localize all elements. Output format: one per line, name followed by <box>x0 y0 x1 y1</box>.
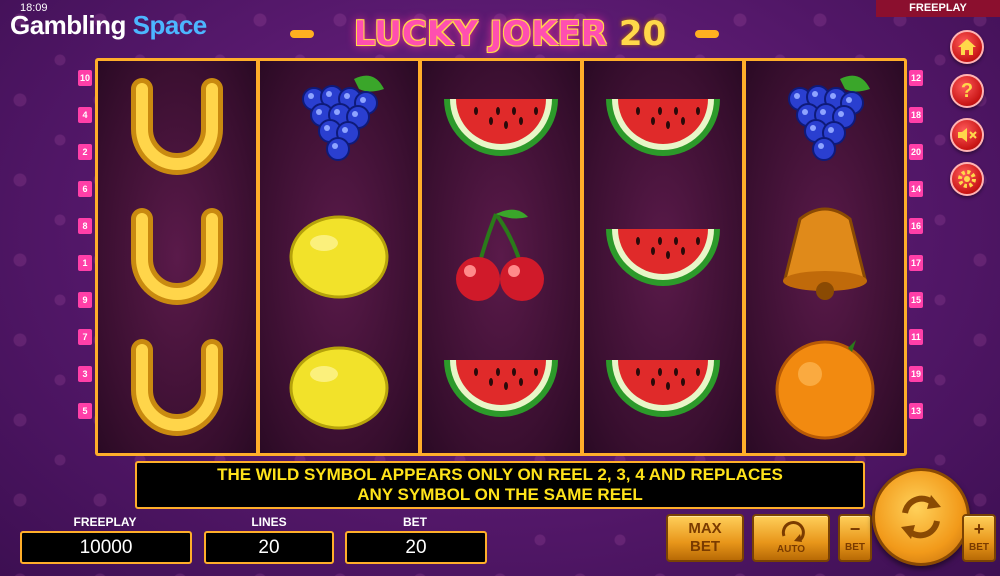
brand-logo: Gambling Space <box>10 10 207 41</box>
brand-part2: Space <box>132 10 208 40</box>
horseshoe-icon <box>131 208 223 306</box>
game-title-num: 20 <box>618 14 667 54</box>
payline-badge: 16 <box>909 218 923 234</box>
reel-5 <box>746 61 904 453</box>
cherries-icon <box>456 210 544 302</box>
symbol-cell <box>107 66 247 186</box>
reel-3 <box>422 61 580 453</box>
symbol-cell <box>593 328 733 448</box>
payline-badge: 9 <box>78 292 92 308</box>
reel-4 <box>584 61 742 453</box>
watermelon-icon <box>444 98 558 156</box>
home-button[interactable] <box>950 30 984 64</box>
spin-button[interactable] <box>872 468 970 566</box>
payline-badge: 7 <box>78 329 92 345</box>
watermelon-icon <box>606 229 720 287</box>
paylines-right: 12 18 20 14 16 17 15 11 19 13 <box>909 70 923 419</box>
info-line2: ANY SYMBOL ON THE SAME REEL <box>357 485 643 504</box>
max-bet-label1: MAX <box>688 520 722 537</box>
bet-plus-button[interactable]: + BET <box>962 514 996 562</box>
payline-badge: 15 <box>909 292 923 308</box>
payline-badge: 10 <box>78 70 92 86</box>
info-line1: THE WILD SYMBOL APPEARS ONLY ON REEL 2, … <box>217 465 783 484</box>
horseshoe-icon <box>131 339 223 437</box>
help-icon: ? <box>960 79 974 102</box>
game-title: LUCKY JOKER 20 <box>300 14 720 54</box>
symbol-cell <box>593 197 733 317</box>
payline-badge: 6 <box>78 181 92 197</box>
bet-value[interactable]: 20 <box>345 531 487 564</box>
bet-minus-label: BET <box>845 542 865 553</box>
settings-icon <box>958 170 976 188</box>
payline-badge: 14 <box>909 181 923 197</box>
payline-badge: 19 <box>909 366 923 382</box>
reel-area <box>95 58 907 456</box>
auto-button[interactable]: AUTO <box>752 514 830 562</box>
payline-badge: 2 <box>78 144 92 160</box>
orange-icon <box>775 340 875 440</box>
side-menu: ? <box>950 30 984 196</box>
title-deco-right <box>695 30 719 38</box>
bet-plus-label: BET <box>969 542 989 553</box>
payline-badge: 5 <box>78 403 92 419</box>
payline-badge: 17 <box>909 255 923 271</box>
payline-badge: 8 <box>78 218 92 234</box>
symbol-cell <box>755 328 895 448</box>
watermelon-icon <box>606 98 720 156</box>
mode-tag: FREEPLAY <box>876 0 1000 17</box>
symbol-cell <box>431 328 571 448</box>
symbol-cell <box>269 66 409 186</box>
game-title-main: LUCKY JOKER <box>353 14 607 54</box>
watermelon-icon <box>606 360 720 418</box>
payline-badge: 11 <box>909 329 923 345</box>
home-icon <box>958 39 976 55</box>
settings-button[interactable] <box>950 162 984 196</box>
bell-icon <box>783 207 867 301</box>
symbol-cell <box>107 328 247 448</box>
payline-badge: 4 <box>78 107 92 123</box>
spin-icon <box>901 495 941 539</box>
payline-badge: 13 <box>909 403 923 419</box>
grapes-icon <box>788 75 870 161</box>
lemon-icon <box>289 215 389 299</box>
symbol-cell <box>431 197 571 317</box>
brand-part1: Gambling <box>10 10 126 40</box>
paylines-left: 10 4 2 6 8 1 9 7 3 5 <box>78 70 92 419</box>
lemon-icon <box>289 346 389 430</box>
watermelon-icon <box>444 360 558 418</box>
symbol-cell <box>107 197 247 317</box>
auto-icon <box>781 521 805 542</box>
symbol-cell <box>269 328 409 448</box>
info-message: THE WILD SYMBOL APPEARS ONLY ON REEL 2, … <box>135 461 865 509</box>
payline-badge: 12 <box>909 70 923 86</box>
lines-label: LINES <box>251 515 287 529</box>
sound-button[interactable] <box>950 118 984 152</box>
minus-icon: − <box>849 519 861 539</box>
symbol-cell <box>755 66 895 186</box>
payline-badge: 18 <box>909 107 923 123</box>
bet-minus-button[interactable]: − BET <box>838 514 872 562</box>
symbol-cell <box>269 197 409 317</box>
symbol-cell <box>593 66 733 186</box>
sound-off-icon <box>958 128 977 142</box>
freeplay-label: FREEPLAY <box>73 515 137 529</box>
help-button[interactable]: ? <box>950 74 984 108</box>
symbol-cell <box>755 197 895 317</box>
freeplay-value: 10000 <box>20 531 192 564</box>
plus-icon: + <box>973 519 985 539</box>
bet-label: BET <box>403 515 427 529</box>
reel-2 <box>260 61 418 453</box>
symbol-cell <box>431 66 571 186</box>
lines-value[interactable]: 20 <box>204 531 334 564</box>
max-bet-label2: BET <box>690 538 720 555</box>
grapes-icon <box>302 75 384 161</box>
payline-badge: 20 <box>909 144 923 160</box>
horseshoe-icon <box>131 77 223 175</box>
payline-badge: 1 <box>78 255 92 271</box>
payline-badge: 3 <box>78 366 92 382</box>
max-bet-button[interactable]: MAX BET <box>666 514 744 562</box>
reel-1 <box>98 61 256 453</box>
